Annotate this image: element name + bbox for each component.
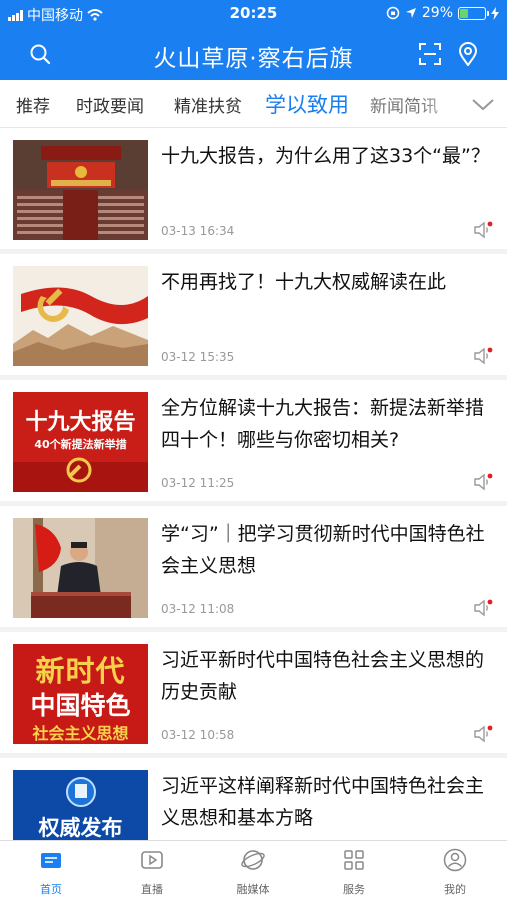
battery-icon: [458, 6, 489, 20]
news-date: 03-12 11:08: [161, 602, 235, 616]
tab-politics[interactable]: 时政要闻: [76, 92, 144, 117]
news-item[interactable]: 学“习”｜把学习贯彻新时代中国特色社会主义思想 03-12 11:08: [0, 506, 507, 627]
news-list: 十九大报告，为什么用了这33个“最”？ 03-13 16:34 不用再找了！十九…: [0, 128, 507, 840]
speaker-icon[interactable]: [473, 347, 493, 365]
news-item[interactable]: 不用再找了！十九大权威解读在此 03-12 15:35: [0, 254, 507, 375]
chevron-down-icon[interactable]: [471, 92, 495, 116]
nav-label: 我的: [444, 883, 466, 896]
news-item[interactable]: 十九大报告，为什么用了这33个“最”？ 03-13 16:34: [0, 128, 507, 249]
news-date: 03-12 10:58: [161, 728, 235, 742]
news-thumbnail: 权威发布: [13, 770, 148, 840]
news-title: 学“习”｜把学习贯彻新时代中国特色社会主义思想: [161, 523, 485, 577]
location-arrow-icon: [405, 8, 416, 18]
news-date: 03-12 15:35: [161, 350, 235, 364]
thumbnail-caption: 社会主义思想: [32, 724, 129, 743]
thumbnail-headline: 新时代: [35, 654, 126, 688]
category-tabs: 推荐 时政要闻 精准扶贫 学以致用 新闻简讯: [0, 80, 507, 128]
news-date: 03-13 16:34: [161, 224, 235, 238]
nav-live[interactable]: 直播: [117, 847, 187, 897]
speaker-icon[interactable]: [473, 599, 493, 617]
tab-recommend[interactable]: 推荐: [16, 92, 50, 117]
home-icon: [41, 853, 61, 868]
tab-learning[interactable]: 学以致用: [265, 89, 349, 119]
news-thumbnail: [13, 518, 148, 618]
nav-home[interactable]: 首页: [16, 847, 86, 897]
nav-services[interactable]: 服务: [319, 847, 389, 897]
news-thumbnail: 十九大报告 40个新提法新举措: [13, 392, 148, 492]
news-title: 不用再找了！十九大权威解读在此: [161, 271, 447, 293]
news-thumbnail: [13, 140, 148, 240]
thumbnail-subheadline: 中国特色: [30, 691, 131, 720]
nav-label: 首页: [40, 883, 62, 896]
news-item[interactable]: 十九大报告 40个新提法新举措 全方位解读十九大报告：新提法新举措四十个！哪些与…: [0, 380, 507, 501]
tab-poverty[interactable]: 精准扶贫: [174, 92, 242, 117]
nav-label: 直播: [141, 883, 163, 896]
thumbnail-headline: 权威发布: [38, 816, 123, 840]
play-icon: [141, 851, 163, 869]
thumbnail-subheadline: 40个新提法新举措: [34, 438, 127, 451]
scan-icon[interactable]: [416, 40, 444, 68]
user-icon: [443, 848, 467, 872]
location-pin-icon[interactable]: [454, 40, 482, 68]
news-title: 习近平这样阐释新时代中国特色社会主义思想和基本方略: [161, 775, 485, 829]
grid-icon: [344, 850, 364, 870]
rotation-lock-icon: [386, 6, 400, 20]
charging-icon: [491, 6, 499, 20]
speaker-icon[interactable]: [473, 221, 493, 239]
nav-media[interactable]: 融媒体: [218, 847, 288, 897]
app-screen: 中国移动 20:25 29% 火山草原·察右后旗 推荐 时政要闻 精准扶贫 学以…: [0, 0, 507, 900]
nav-profile[interactable]: 我的: [420, 847, 490, 897]
news-item[interactable]: 权威发布 习近平这样阐释新时代中国特色社会主义思想和基本方略: [0, 758, 507, 840]
news-title: 习近平新时代中国特色社会主义思想的历史贡献: [161, 649, 485, 703]
nav-label: 融媒体: [236, 883, 270, 896]
news-date: 03-12 11:25: [161, 476, 235, 490]
news-item[interactable]: 新时代 中国特色 社会主义思想 习近平新时代中国特色社会主义思想的历史贡献 03…: [0, 632, 507, 753]
news-thumbnail: 新时代 中国特色 社会主义思想: [13, 644, 148, 744]
app-header: 火山草原·察右后旗: [0, 28, 507, 80]
news-title: 全方位解读十九大报告：新提法新举措四十个！哪些与你密切相关?: [161, 397, 485, 451]
nav-label: 服务: [343, 883, 365, 896]
speaker-icon[interactable]: [473, 725, 493, 743]
status-bar: 中国移动 20:25 29%: [0, 0, 507, 28]
globe-icon: [241, 850, 265, 870]
battery-percent: 29%: [421, 5, 453, 21]
news-thumbnail: [13, 266, 148, 366]
top-bar: 中国移动 20:25 29% 火山草原·察右后旗: [0, 0, 507, 80]
news-title: 十九大报告，为什么用了这33个“最”？: [161, 145, 490, 167]
bottom-nav: 首页 直播 融媒体 服务 我的: [0, 840, 507, 900]
speaker-icon[interactable]: [473, 473, 493, 491]
thumbnail-headline: 十九大报告: [25, 410, 136, 435]
